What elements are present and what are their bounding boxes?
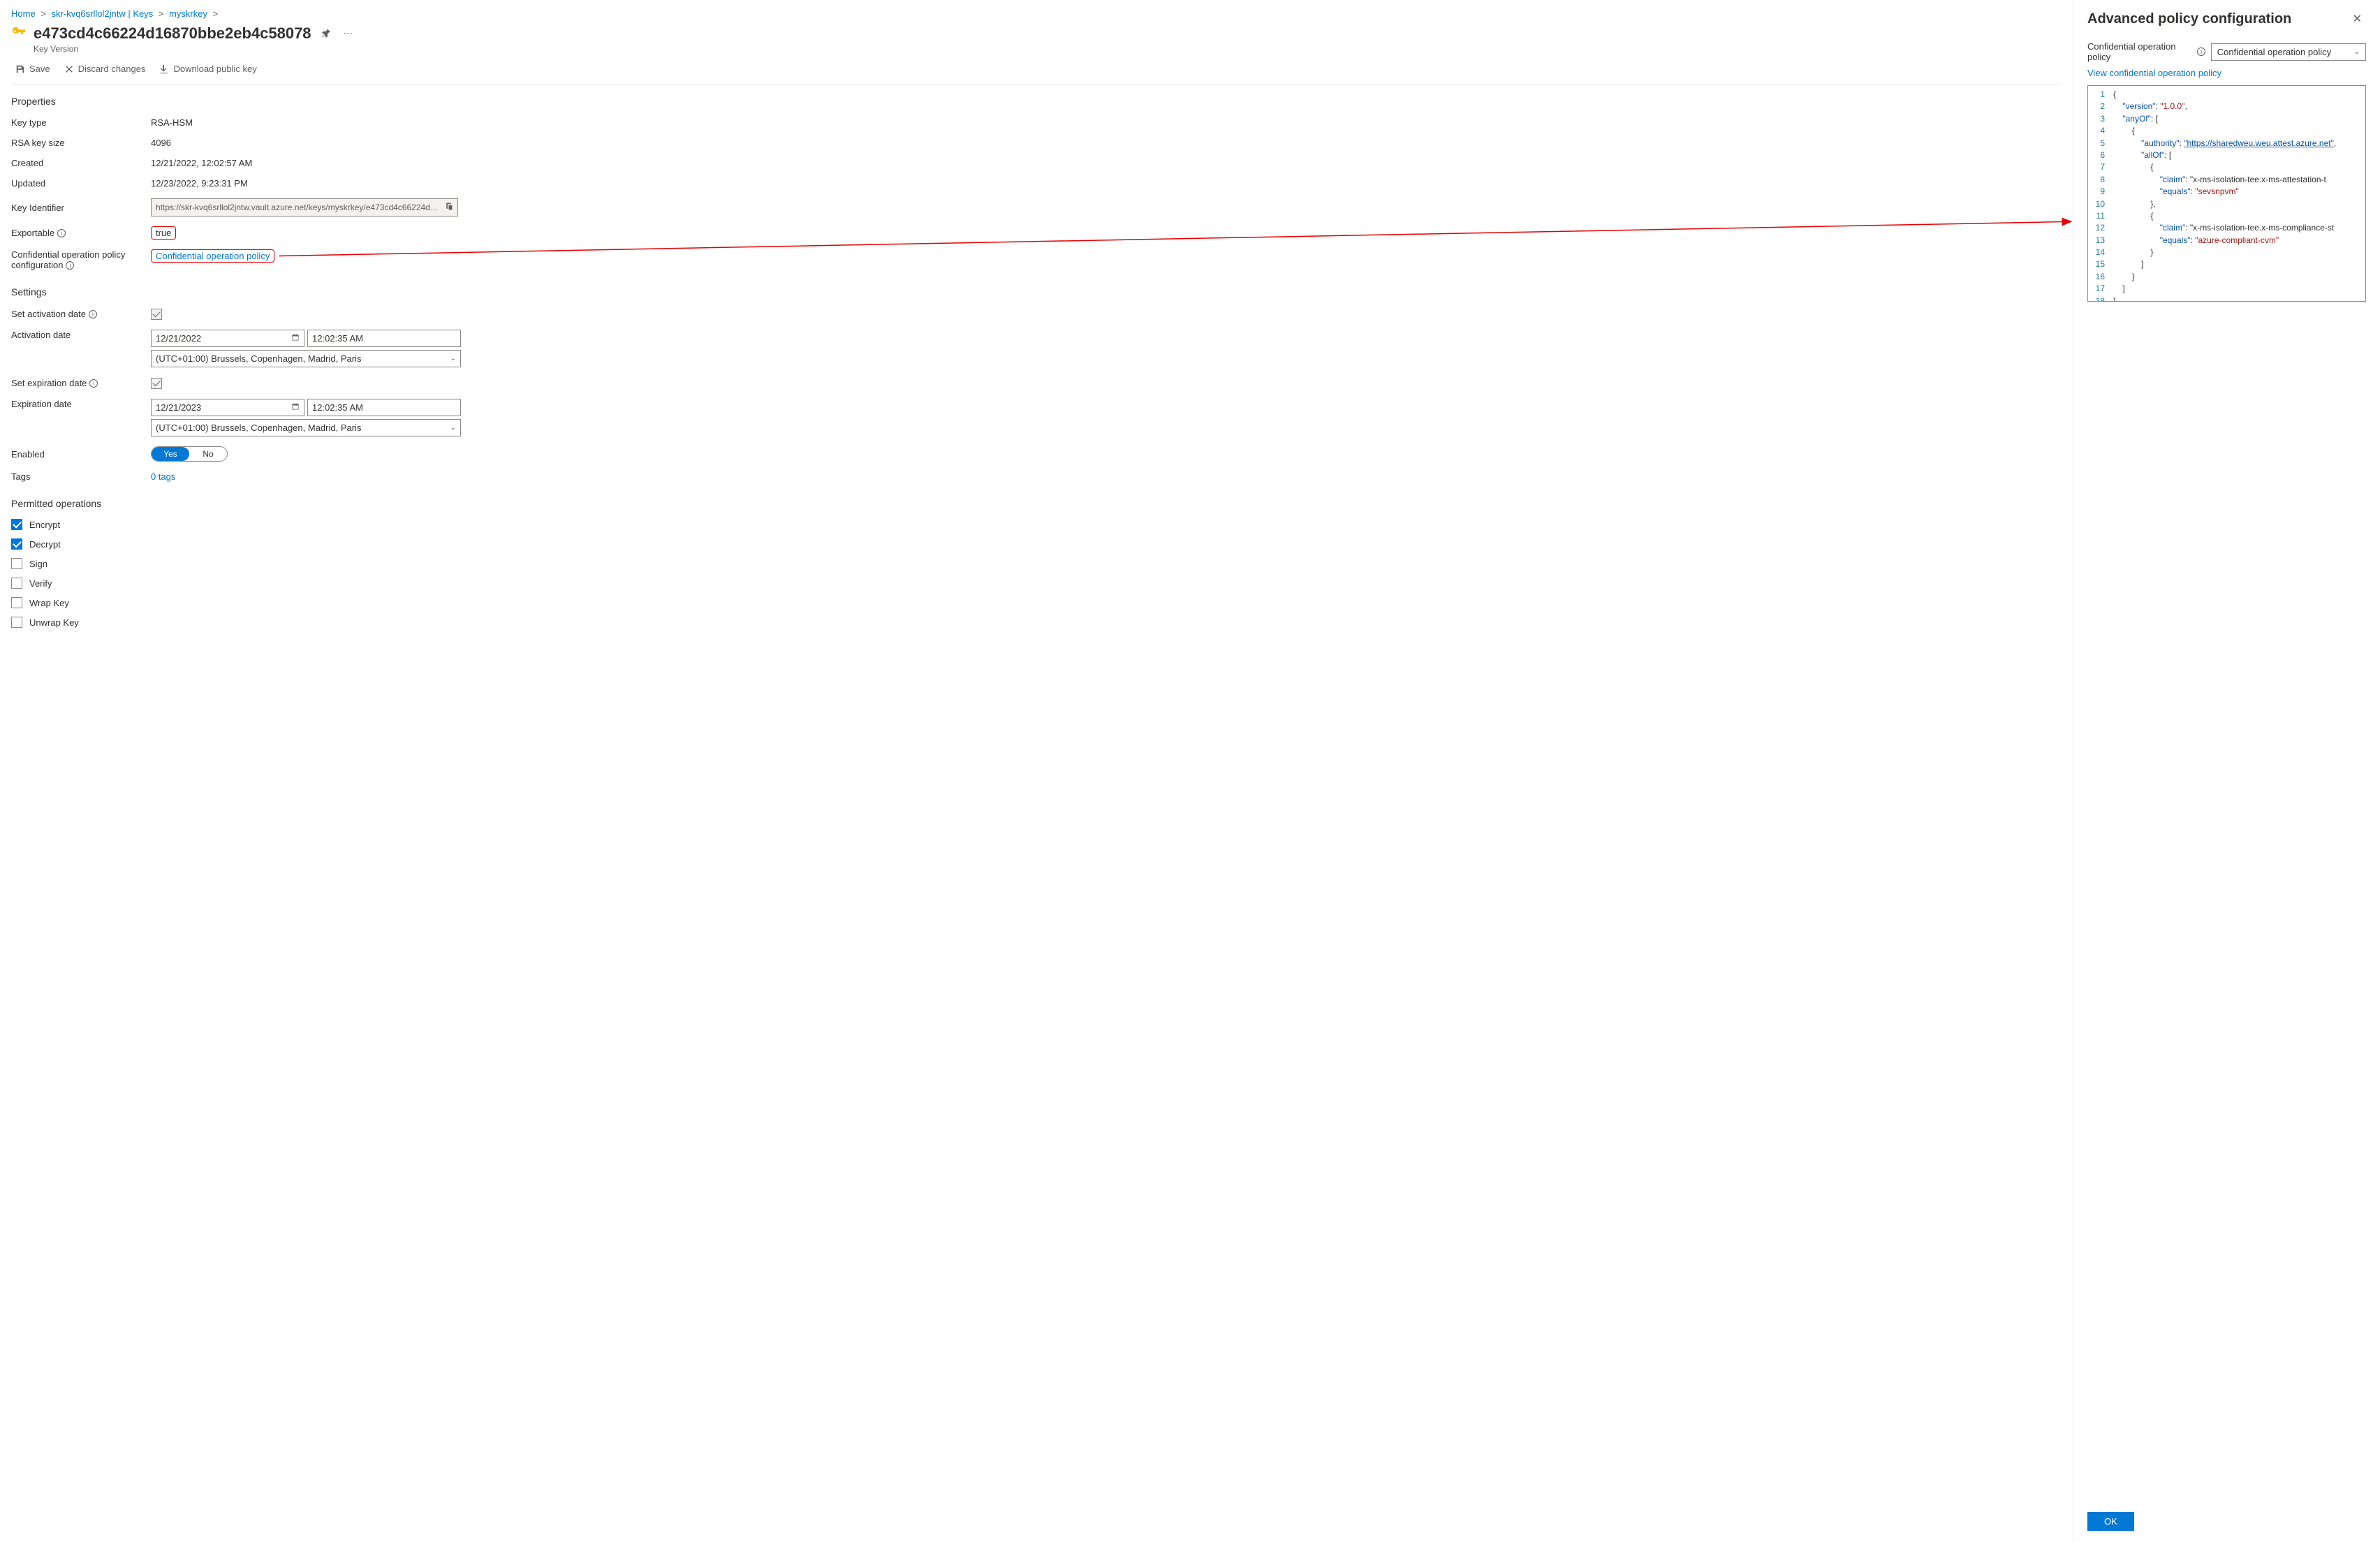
download-public-key-button[interactable]: Download public key — [155, 61, 260, 77]
set-activation-date-checkbox[interactable] — [151, 309, 162, 320]
confidential-operation-policy-link[interactable]: Confidential operation policy — [151, 249, 274, 263]
unwrap-key-label: Unwrap Key — [29, 617, 79, 628]
discard-button[interactable]: Discard changes — [60, 61, 150, 77]
more-icon[interactable]: ⋯ — [341, 25, 355, 42]
enabled-label: Enabled — [11, 449, 151, 460]
unwrap-key-checkbox[interactable] — [11, 617, 22, 628]
updated-label: Updated — [11, 178, 151, 189]
breadcrumb-home[interactable]: Home — [11, 8, 36, 19]
calendar-icon — [291, 402, 300, 413]
settings-section-title: Settings — [11, 286, 2062, 298]
encrypt-checkbox[interactable] — [11, 519, 22, 530]
decrypt-label: Decrypt — [29, 539, 61, 550]
info-icon[interactable]: i — [89, 379, 98, 388]
set-expiration-date-label: Set expiration date i — [11, 378, 151, 388]
properties-section-title: Properties — [11, 96, 2062, 107]
activation-date-input[interactable]: 12/21/2022 — [151, 330, 304, 347]
tags-label: Tags — [11, 471, 151, 482]
key-icon — [11, 24, 27, 42]
cop-config-label: Confidential operation policy configurat… — [11, 249, 151, 270]
created-label: Created — [11, 158, 151, 168]
chevron-right-icon: > — [213, 8, 219, 19]
discard-label: Discard changes — [78, 64, 146, 74]
view-cop-link[interactable]: View confidential operation policy — [2087, 68, 2366, 78]
expiration-time-input[interactable]: 12:02:35 AM — [307, 399, 461, 416]
enabled-toggle[interactable]: Yes No — [151, 446, 228, 462]
toolbar: Save Discard changes Download public key — [11, 54, 2062, 85]
created-value: 12/21/2022, 12:02:57 AM — [151, 158, 252, 168]
cop-field-label: Confidential operation policy i — [2087, 41, 2205, 62]
set-expiration-date-checkbox[interactable] — [151, 378, 162, 389]
calendar-icon — [291, 333, 300, 344]
exportable-label: Exportable i — [11, 228, 151, 238]
info-icon[interactable]: i — [2197, 47, 2205, 56]
enabled-yes[interactable]: Yes — [152, 447, 189, 461]
tags-link[interactable]: 0 tags — [151, 471, 175, 482]
panel-title: Advanced policy configuration — [2087, 11, 2291, 27]
expiration-timezone-select[interactable]: (UTC+01:00) Brussels, Copenhagen, Madrid… — [151, 419, 461, 436]
breadcrumb-key[interactable]: myskrkey — [169, 8, 207, 19]
encrypt-label: Encrypt — [29, 520, 60, 530]
info-icon[interactable]: i — [89, 310, 97, 318]
breadcrumb: Home > skr-kvq6srllol2jntw | Keys > mysk… — [11, 0, 2062, 22]
pin-icon[interactable] — [318, 25, 334, 43]
rsa-key-size-value: 4096 — [151, 138, 171, 148]
chevron-down-icon: ⌄ — [2354, 48, 2360, 56]
page-title: e473cd4c66224d16870bbe2eb4c58078 — [34, 24, 311, 43]
info-icon[interactable]: i — [57, 229, 66, 237]
permitted-operations-section-title: Permitted operations — [11, 498, 2062, 509]
rsa-key-size-label: RSA key size — [11, 138, 151, 148]
cop-dropdown[interactable]: Confidential operation policy ⌄ — [2211, 43, 2366, 61]
activation-timezone-select[interactable]: (UTC+01:00) Brussels, Copenhagen, Madrid… — [151, 350, 461, 367]
updated-value: 12/23/2022, 9:23:31 PM — [151, 178, 248, 189]
exportable-value: true — [151, 226, 176, 240]
verify-label: Verify — [29, 578, 52, 589]
wrap-key-label: Wrap Key — [29, 598, 69, 608]
key-identifier-label: Key Identifier — [11, 203, 151, 213]
advanced-policy-panel: Advanced policy configuration ✕ Confiden… — [2073, 0, 2380, 1542]
info-icon[interactable]: i — [66, 261, 74, 270]
activation-time-input[interactable]: 12:02:35 AM — [307, 330, 461, 347]
enabled-no[interactable]: No — [189, 447, 227, 461]
download-label: Download public key — [173, 64, 256, 74]
chevron-down-icon: ⌄ — [450, 424, 456, 432]
decrypt-checkbox[interactable] — [11, 538, 22, 550]
policy-json-editor[interactable]: 123456789101112131415161718 { "version":… — [2087, 85, 2366, 302]
wrap-key-checkbox[interactable] — [11, 597, 22, 608]
sign-checkbox[interactable] — [11, 558, 22, 569]
expiration-date-label: Expiration date — [11, 399, 151, 409]
breadcrumb-vault[interactable]: skr-kvq6srllol2jntw | Keys — [52, 8, 154, 19]
sign-label: Sign — [29, 559, 47, 569]
activation-date-label: Activation date — [11, 330, 151, 340]
save-button[interactable]: Save — [11, 61, 54, 77]
copy-icon[interactable] — [444, 202, 453, 213]
chevron-down-icon: ⌄ — [450, 355, 456, 362]
key-identifier-field[interactable]: https://skr-kvq6srllol2jntw.vault.azure.… — [151, 198, 458, 216]
save-label: Save — [29, 64, 50, 74]
chevron-right-icon: > — [41, 8, 46, 19]
key-type-label: Key type — [11, 117, 151, 128]
ok-button[interactable]: OK — [2087, 1512, 2134, 1531]
key-type-value: RSA-HSM — [151, 117, 193, 128]
expiration-date-input[interactable]: 12/21/2023 — [151, 399, 304, 416]
close-icon[interactable]: ✕ — [2349, 11, 2366, 27]
page-subtitle: Key Version — [34, 44, 355, 54]
chevron-right-icon: > — [159, 8, 164, 19]
set-activation-date-label: Set activation date i — [11, 309, 151, 319]
verify-checkbox[interactable] — [11, 578, 22, 589]
key-identifier-value: https://skr-kvq6srllol2jntw.vault.azure.… — [156, 203, 440, 212]
